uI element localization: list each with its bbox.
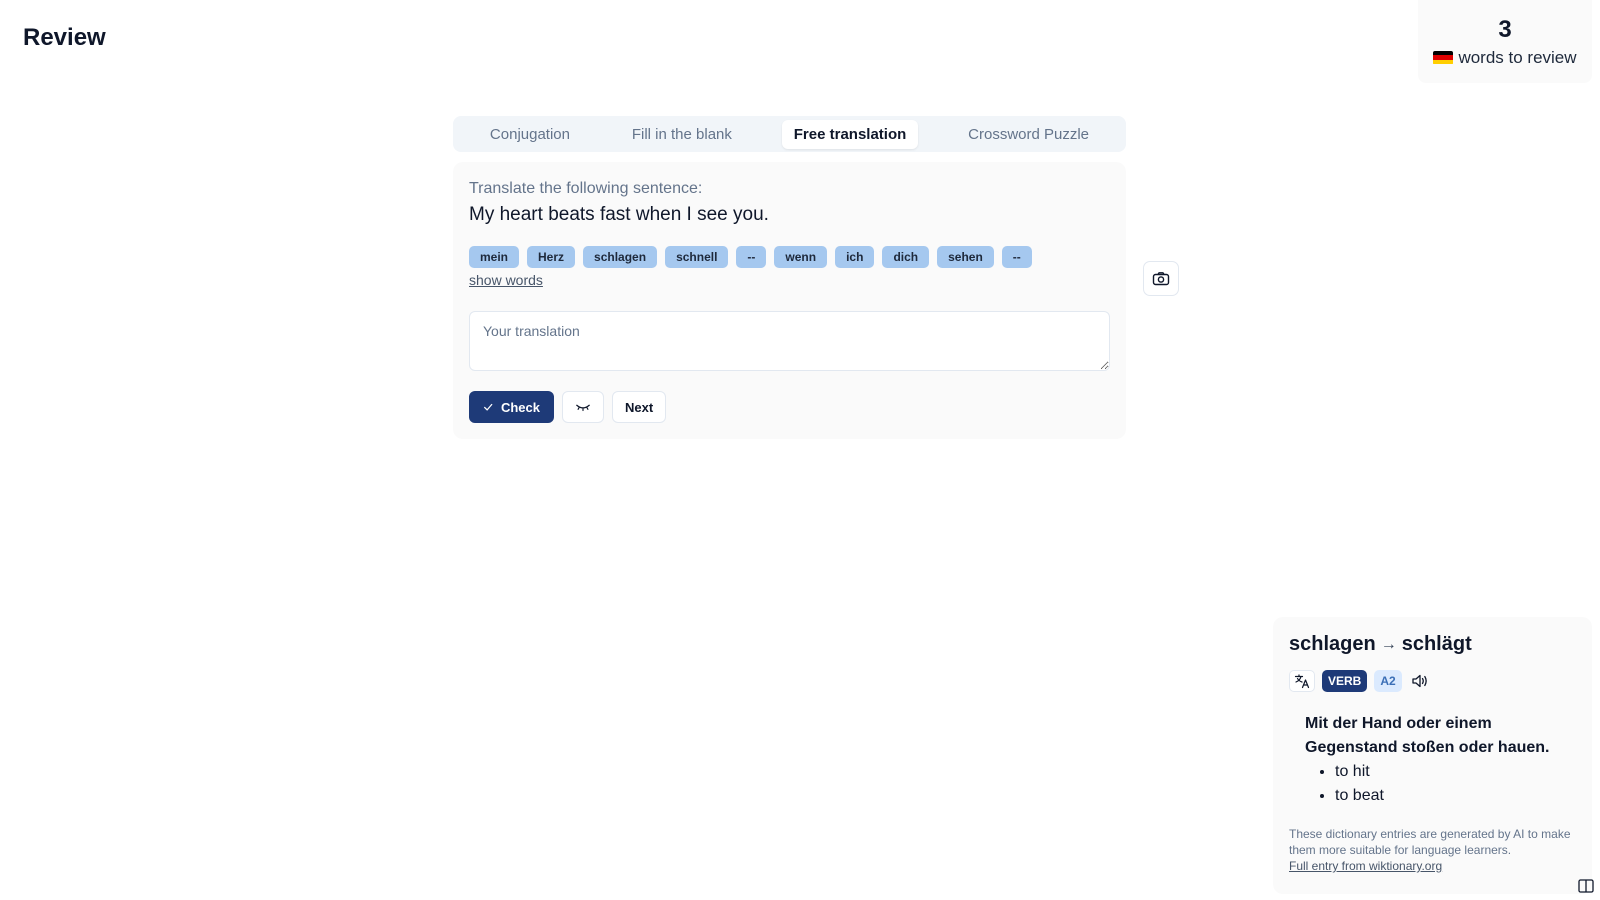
review-page: Review 3 words to review Conjugation Fil… (0, 0, 1600, 900)
camera-button[interactable] (1143, 261, 1179, 296)
dictionary-form: schlägt (1401, 633, 1472, 655)
exercise-card: Translate the following sentence: My hea… (453, 162, 1126, 439)
dictionary-tags: VERB A2 (1289, 670, 1576, 692)
review-label-row: words to review (1433, 47, 1577, 68)
dictionary-sense: to beat (1335, 784, 1576, 808)
dictionary-definition: Mit der Hand oder einem Gegenstand stoße… (1305, 715, 1550, 756)
camera-icon (1152, 271, 1170, 285)
word-chip: -- (736, 246, 767, 268)
check-icon (484, 403, 493, 411)
next-button[interactable]: Next (612, 391, 667, 423)
word-chip: ich (835, 246, 875, 268)
speaker-icon (1412, 674, 1427, 688)
translation-input[interactable] (469, 311, 1110, 371)
word-chip: Herz (527, 246, 576, 268)
translate-icon (1294, 674, 1310, 689)
check-button[interactable]: Check (469, 391, 554, 423)
translate-button[interactable] (1289, 670, 1315, 692)
tab-crossword-puzzle[interactable]: Crossword Puzzle (956, 120, 1101, 149)
flag-stripe-gold (1433, 59, 1454, 65)
source-sentence: My heart beats fast when I see you. (469, 204, 769, 225)
wiktionary-link[interactable]: Full entry from wiktionary.org (1289, 858, 1576, 874)
dictionary-senses: to hit to beat (1289, 760, 1576, 808)
words-to-review-counter[interactable]: 3 words to review (1418, 0, 1592, 83)
show-words-link[interactable]: show words (469, 272, 543, 288)
dictionary-sense: to hit (1335, 760, 1576, 784)
eye-closed-icon (576, 404, 590, 412)
review-count: 3 (1498, 15, 1512, 43)
page-title: Review (23, 24, 106, 51)
word-chip: schlagen (583, 246, 658, 268)
word-chip: -- (1001, 246, 1032, 268)
dictionary-headword: schlagen → schlägt (1289, 633, 1576, 656)
word-chip: dich (882, 246, 930, 268)
level-badge: A2 (1374, 670, 1402, 692)
tab-free-translation[interactable]: Free translation (781, 119, 919, 149)
sidebar-icon (1578, 879, 1594, 893)
word-chip: wenn (774, 246, 828, 268)
arrow-right-icon: → (1380, 635, 1397, 653)
exercise-actions: Check Next (469, 391, 1110, 423)
check-button-label: Check (500, 399, 540, 415)
dictionary-lemma: schlagen (1289, 633, 1376, 655)
sidebar-toggle-button[interactable] (1576, 877, 1596, 895)
prompt-label: Translate the following sentence: (469, 180, 703, 197)
reveal-answer-button[interactable] (562, 391, 604, 423)
german-flag-icon (1433, 50, 1454, 65)
dictionary-disclaimer: These dictionary entries are generated b… (1289, 827, 1571, 857)
word-chip: mein (469, 246, 520, 268)
part-of-speech-badge: VERB (1322, 670, 1368, 692)
tab-fill-in-the-blank[interactable]: Fill in the blank (620, 120, 744, 149)
pronunciation-button[interactable] (1409, 670, 1431, 692)
exercise-tabs: Conjugation Fill in the blank Free trans… (453, 116, 1126, 152)
word-chips: mein Herz schlagen schnell -- wenn ich d… (469, 246, 1110, 268)
dictionary-panel: schlagen → schlägt VERB A2 Mit der Hand … (1273, 617, 1592, 894)
tab-conjugation[interactable]: Conjugation (478, 120, 582, 149)
word-chip: sehen (937, 246, 994, 268)
review-label: words to review (1458, 47, 1577, 67)
word-chip: schnell (665, 246, 729, 268)
